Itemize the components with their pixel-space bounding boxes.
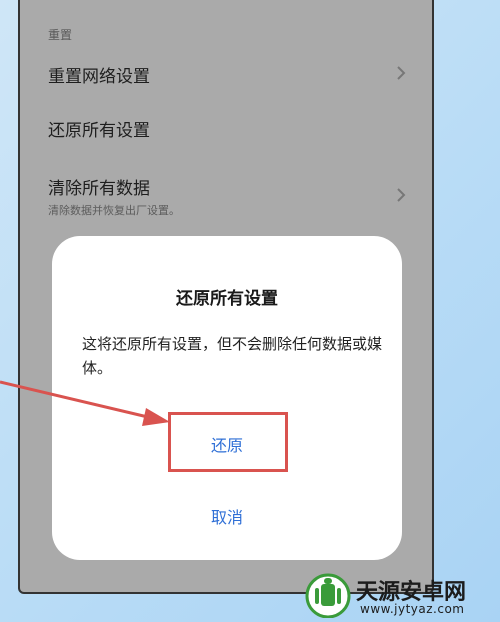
- site-watermark: 天源安卓网 www.jytyaz.com: [298, 568, 498, 622]
- watermark-url: www.jytyaz.com: [360, 602, 465, 616]
- cancel-button[interactable]: 取消: [52, 504, 402, 528]
- annotation-arrow-icon: [0, 380, 170, 426]
- dialog-title: 还原所有设置: [176, 289, 278, 309]
- android-logo-icon: [305, 573, 351, 618]
